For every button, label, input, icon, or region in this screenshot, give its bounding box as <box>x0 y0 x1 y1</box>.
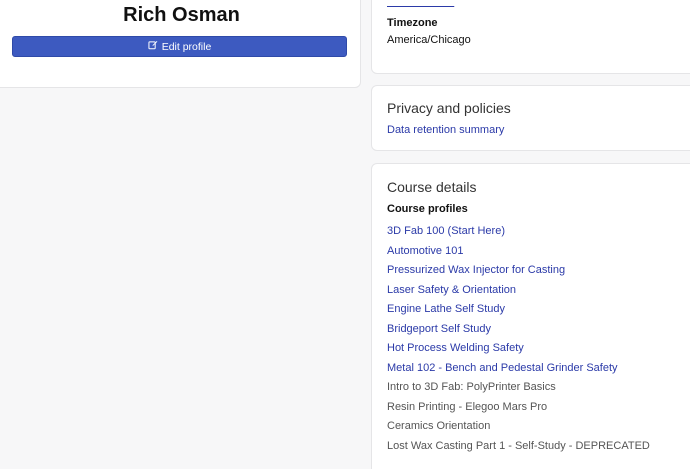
email-link[interactable] <box>387 0 454 8</box>
list-item: Intro to 3D Fab: PolyPrinter Basics <box>387 376 650 396</box>
course-link[interactable]: Pressurized Wax Injector for Casting <box>387 264 565 276</box>
list-item: Engine Lathe Self Study <box>387 298 650 318</box>
list-item: Bridgeport Self Study <box>387 318 650 338</box>
profile-card: Rich Osman Edit profile <box>0 0 361 88</box>
list-item: Automotive 101 <box>387 240 650 260</box>
list-item: Pressurized Wax Injector for Casting <box>387 259 650 279</box>
course-link[interactable]: Metal 102 - Bench and Pedestal Grinder S… <box>387 362 618 374</box>
course-name: Intro to 3D Fab: PolyPrinter Basics <box>387 381 556 393</box>
course-link[interactable]: Bridgeport Self Study <box>387 323 491 335</box>
edit-profile-label: Edit profile <box>161 40 212 53</box>
email-partial-row <box>387 0 454 8</box>
course-details-card: Course details Course profiles 3D Fab 10… <box>371 163 690 469</box>
privacy-title: Privacy and policies <box>387 100 511 116</box>
course-name: Ceramics Orientation <box>387 420 491 432</box>
course-name: Resin Printing - Elegoo Mars Pro <box>387 400 548 413</box>
edit-icon <box>148 40 158 53</box>
course-link[interactable]: Automotive 101 <box>387 245 463 257</box>
privacy-card: Privacy and policies Data retention summ… <box>371 85 690 151</box>
user-details-card: Timezone America/Chicago <box>371 0 690 74</box>
list-item: Resin Printing - Elegoo Mars Pro <box>387 396 650 416</box>
course-link[interactable]: 3D Fab 100 (Start Here) <box>387 225 505 237</box>
timezone-label: Timezone <box>387 17 438 29</box>
profile-name: Rich Osman <box>123 4 240 26</box>
list-item: Laser Safety & Orientation <box>387 279 650 299</box>
course-link[interactable]: Hot Process Welding Safety <box>387 342 524 354</box>
list-item: Ceramics Orientation <box>387 415 650 435</box>
list-item: 3D Fab 100 (Start Here) <box>387 220 650 240</box>
course-link[interactable]: Laser Safety & Orientation <box>387 284 516 296</box>
edit-profile-button[interactable]: Edit profile <box>12 36 347 57</box>
list-item: Metal 102 - Bench and Pedestal Grinder S… <box>387 357 650 377</box>
timezone-value: America/Chicago <box>387 34 471 46</box>
course-link[interactable]: Engine Lathe Self Study <box>387 303 505 315</box>
course-name: Lost Wax Casting Part 1 - Self-Study - D… <box>387 439 650 452</box>
data-retention-link[interactable]: Data retention summary <box>387 124 504 136</box>
list-item: Hot Process Welding Safety <box>387 337 650 357</box>
course-profiles-label: Course profiles <box>387 203 468 215</box>
list-item: Lost Wax Casting Part 1 - Self-Study - D… <box>387 435 650 455</box>
course-details-title: Course details <box>387 179 477 195</box>
course-list: 3D Fab 100 (Start Here) Automotive 101 Pre… <box>387 220 650 454</box>
